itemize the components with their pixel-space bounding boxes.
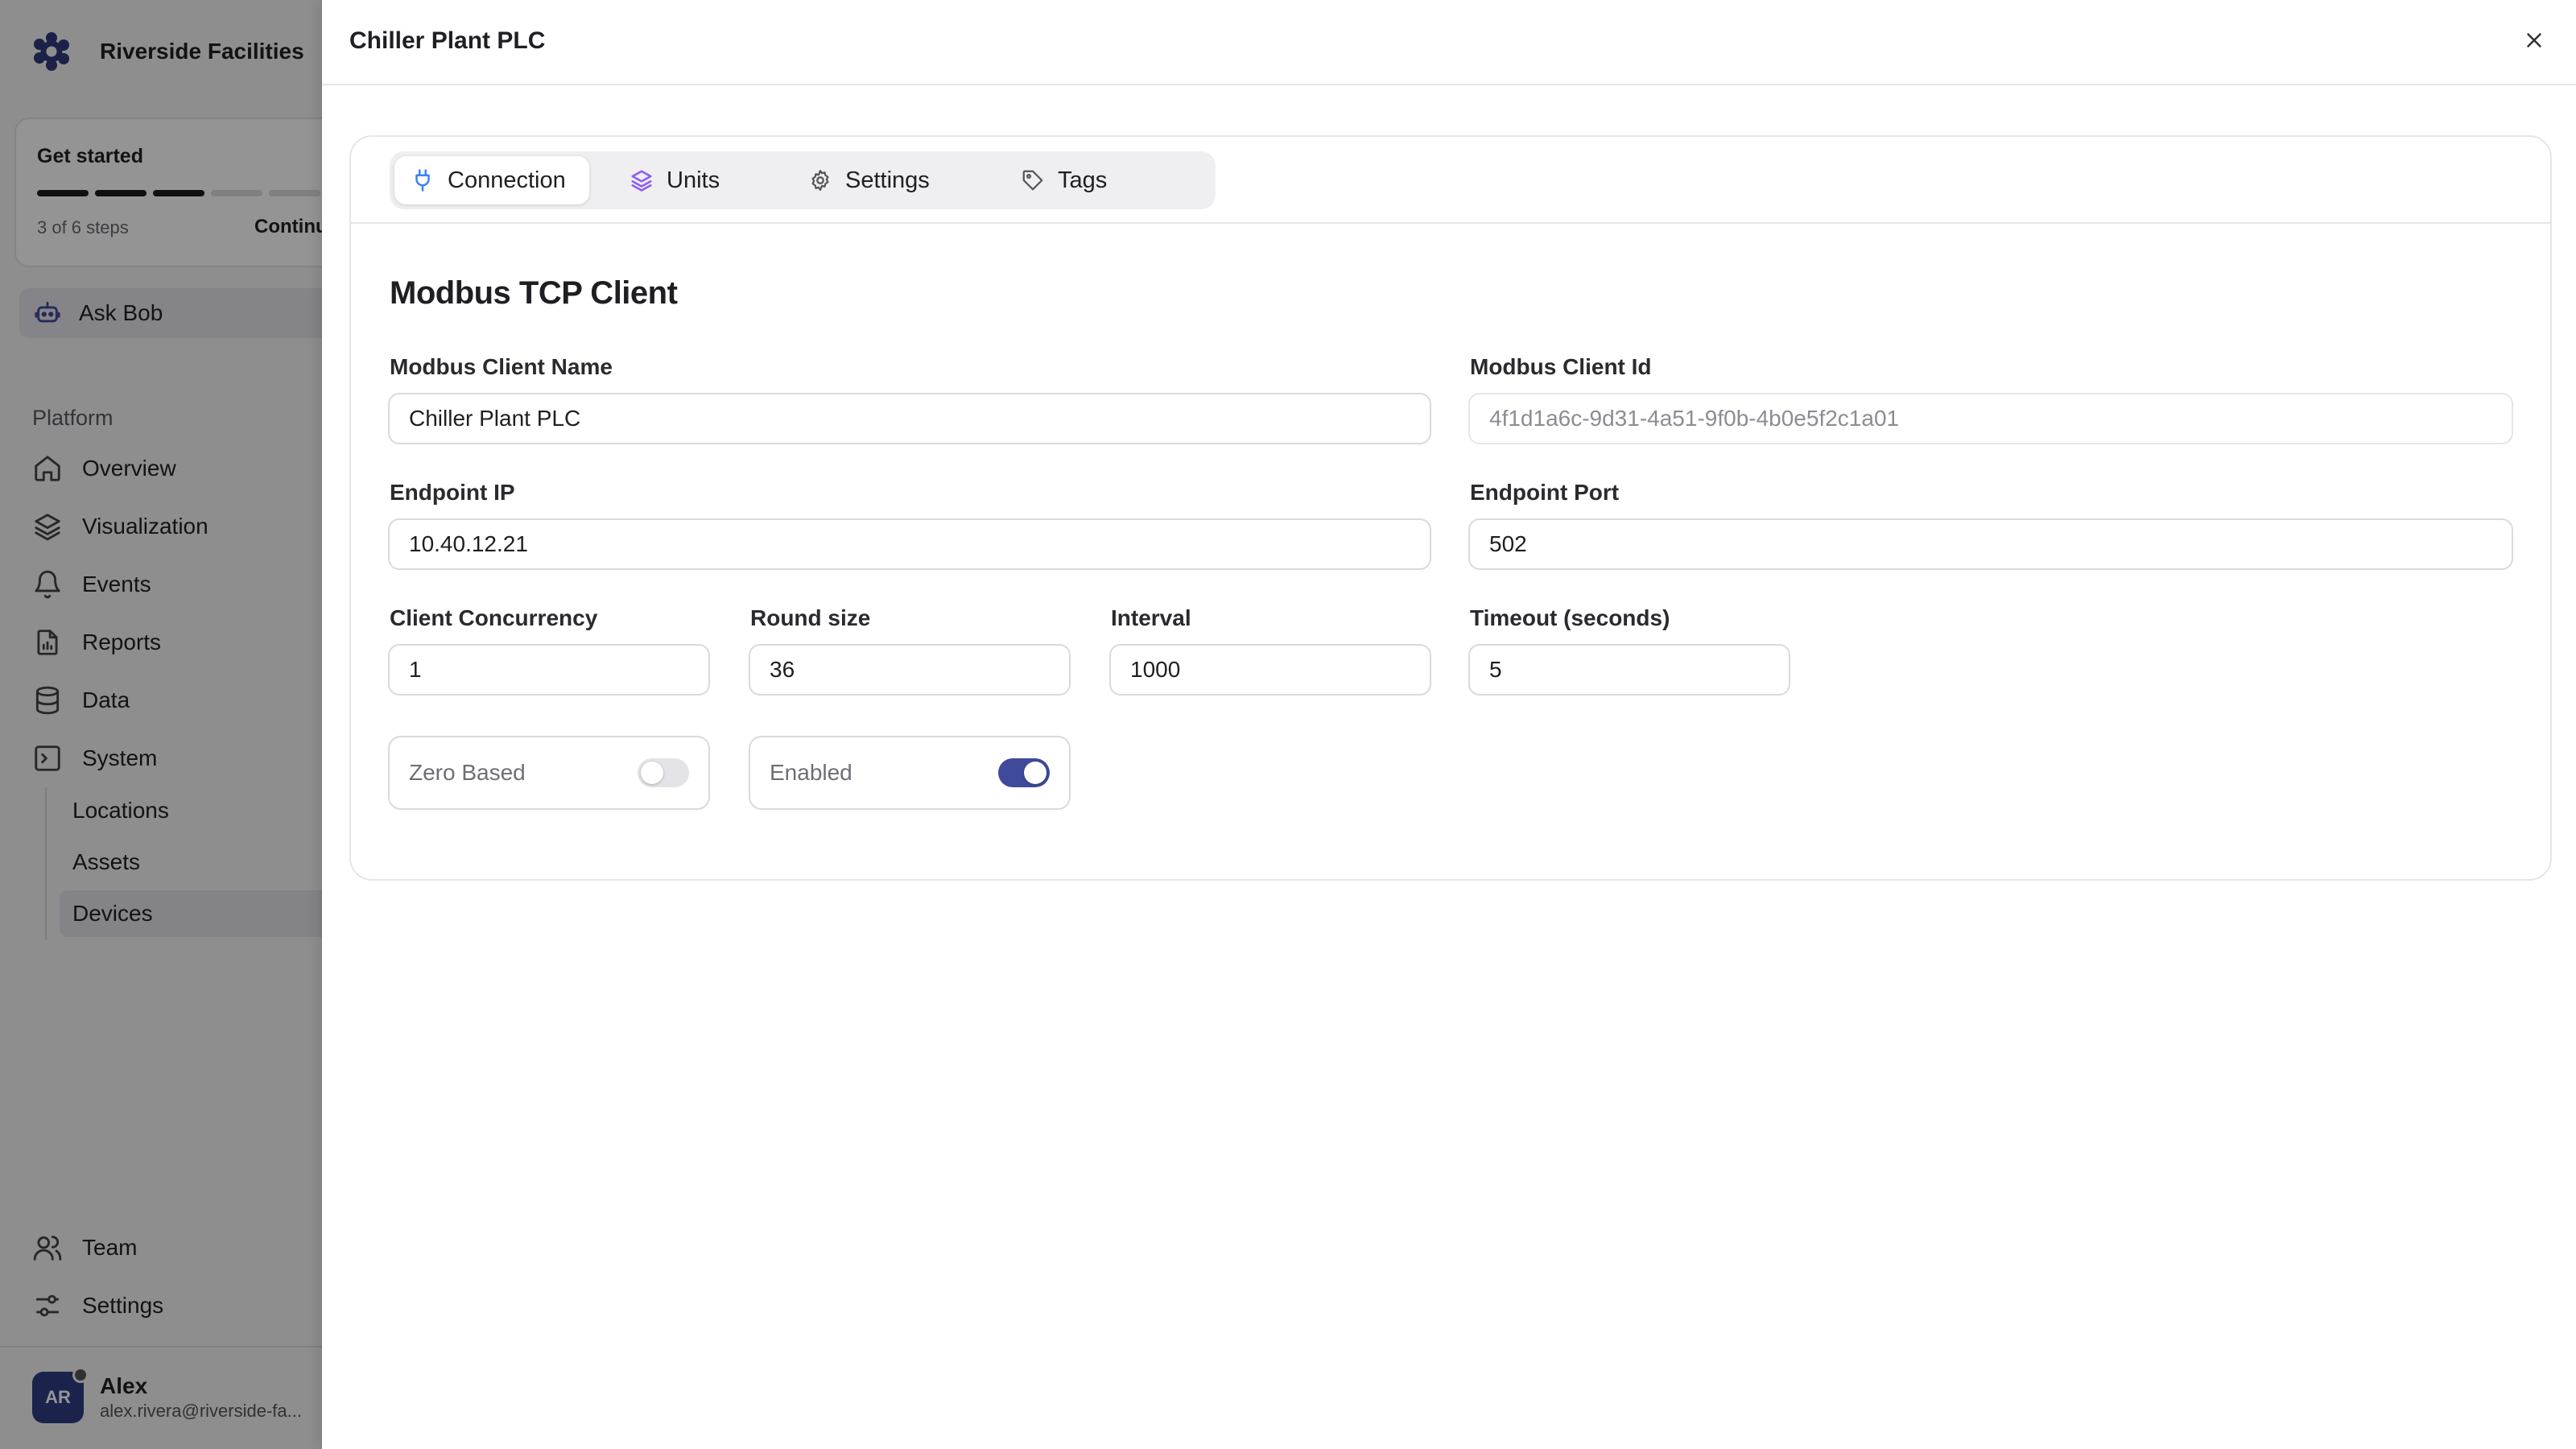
tab-label: Connection	[448, 167, 566, 193]
concurrency-input[interactable]	[388, 644, 710, 696]
tab-label: Tags	[1058, 167, 1108, 193]
interval-input[interactable]	[1109, 644, 1431, 696]
connection-card: Connection Units Settings Tags Modbus TC…	[349, 135, 2552, 881]
close-icon	[2527, 33, 2541, 47]
toggle-knob	[641, 762, 663, 784]
timeout-label: Timeout (seconds)	[1470, 605, 1670, 630]
tabs: Connection Units Settings Tags	[390, 151, 1216, 209]
client-id-label: Modbus Client Id	[1470, 354, 1652, 379]
interval-label: Interval	[1111, 605, 1191, 630]
form-title: Modbus TCP Client	[390, 275, 678, 311]
round-size-label: Round size	[750, 605, 871, 630]
tag-icon	[1022, 170, 1043, 191]
timeout-input[interactable]	[1468, 644, 1790, 696]
zero-based-field: Zero Based	[388, 736, 710, 810]
toggle-knob	[1024, 762, 1046, 784]
tab-tags[interactable]: Tags	[1005, 156, 1150, 204]
endpoint-ip-input[interactable]	[388, 518, 1431, 570]
round-size-input[interactable]	[749, 644, 1071, 696]
client-id-input[interactable]	[1468, 393, 2513, 444]
tab-units[interactable]: Units	[613, 156, 758, 204]
drawer-header: Chiller Plant PLC	[322, 0, 2576, 85]
gear-icon	[811, 170, 829, 191]
enabled-field: Enabled	[749, 736, 1071, 810]
endpoint-port-input[interactable]	[1468, 518, 2513, 570]
modal-overlay[interactable]	[0, 0, 322, 1449]
zero-based-label: Zero Based	[409, 760, 526, 785]
tab-bar: Connection Units Settings Tags	[351, 137, 2550, 224]
zero-based-toggle[interactable]	[638, 758, 689, 787]
client-name-input[interactable]	[388, 393, 1431, 444]
tab-label: Units	[667, 167, 720, 193]
layers-icon	[631, 170, 652, 192]
tab-connection[interactable]: Connection	[394, 156, 589, 204]
tab-settings[interactable]: Settings	[792, 156, 969, 204]
tab-label: Settings	[845, 167, 930, 193]
enabled-toggle[interactable]	[998, 758, 1050, 787]
enabled-label: Enabled	[770, 760, 852, 785]
client-name-label: Modbus Client Name	[390, 354, 613, 379]
plug-icon	[415, 169, 430, 192]
endpoint-ip-label: Endpoint IP	[390, 480, 515, 505]
device-drawer: Chiller Plant PLC Connection Units Setti…	[322, 0, 2576, 1449]
drawer-title: Chiller Plant PLC	[349, 27, 546, 54]
endpoint-port-label: Endpoint Port	[1470, 480, 1620, 505]
concurrency-label: Client Concurrency	[390, 605, 598, 630]
close-button[interactable]	[2516, 23, 2552, 58]
